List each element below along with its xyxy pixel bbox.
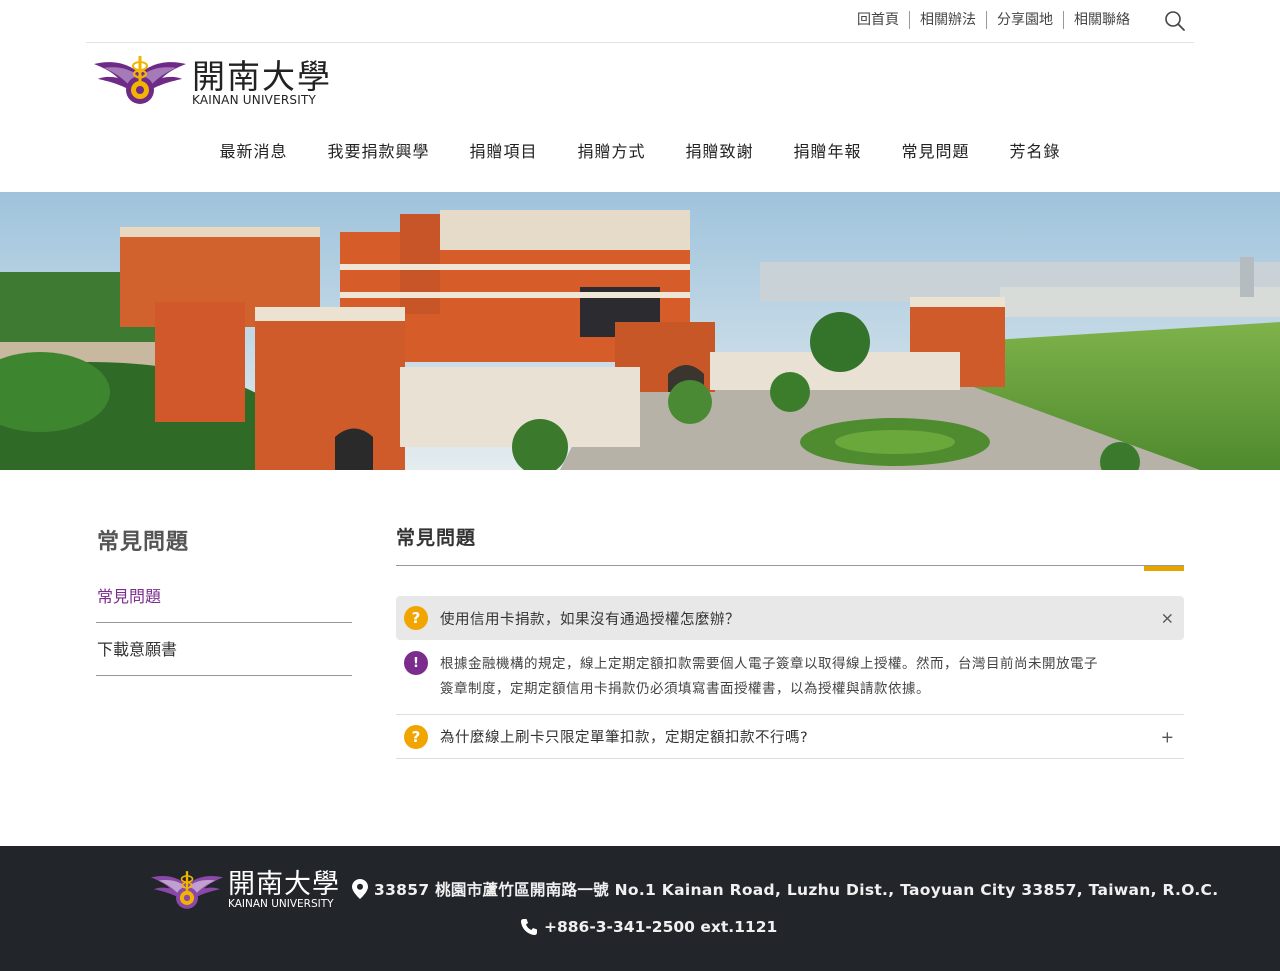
top-link-regulations[interactable]: 相關辦法 <box>909 11 986 29</box>
footer-phone: +886-3-341-2500 ext.1121 <box>520 918 777 936</box>
nav-donor-list[interactable]: 芳名錄 <box>1010 138 1061 162</box>
faq-answer-line-1: 根據金融機構的規定，線上定期定額扣款需要個人電子簽章以取得線上授權。然而，台灣目… <box>440 656 1098 672</box>
sidebar-item-download-form[interactable]: 下載意願書 <box>96 623 352 676</box>
logo-chinese-name: 開南大學 <box>192 57 332 96</box>
university-emblem <box>150 871 224 909</box>
exclamation-icon: ! <box>404 651 428 675</box>
sidebar-menu: 常見問題 下載意願書 <box>96 570 352 676</box>
sidebar-item-faq[interactable]: 常見問題 <box>96 570 352 623</box>
faq-question-text: 使用信用卡捐款，如果沒有通過授權怎麼辦？ <box>440 611 740 628</box>
phone-icon <box>521 919 537 935</box>
nav-news[interactable]: 最新消息 <box>219 138 287 162</box>
top-links: 回首頁 相關辦法 分享園地 相關聯絡 <box>847 11 1140 29</box>
question-mark-icon: ? <box>404 606 428 630</box>
footer-phone-text[interactable]: +886-3-341-2500 ext.1121 <box>544 918 777 936</box>
faq-answer-1: ! 根據金融機構的規定，線上定期定額扣款需要個人電子簽章以取得線上授權。然而，台… <box>396 640 1184 715</box>
site-footer: 開南大學 KAINAN UNIVERSITY 33857 桃園市蘆竹區開南路一號… <box>0 846 1280 971</box>
footer-address: 33857 桃園市蘆竹區開南路一號 No.1 Kainan Road, Luzh… <box>352 878 1218 900</box>
page-title: 常見問題 <box>396 527 477 549</box>
nav-annual-report[interactable]: 捐贈年報 <box>794 138 862 162</box>
faq-answer-line-2: 簽章制度，定期定額信用卡捐款仍必須填寫書面授權書，以為授權與請款依據。 <box>440 681 930 697</box>
footer-logo-chinese-name: 開南大學 <box>228 869 340 900</box>
location-pin-icon <box>352 879 368 899</box>
faq-question-1[interactable]: ? 使用信用卡捐款，如果沒有通過授權怎麼辦？ × <box>396 596 1184 640</box>
plus-icon[interactable]: + <box>1161 727 1174 746</box>
top-link-home[interactable]: 回首頁 <box>847 11 909 29</box>
faq-question-2[interactable]: ? 為什麼線上刷卡只限定單筆扣款，定期定額扣款不行嗎? + <box>396 715 1184 759</box>
search-icon[interactable] <box>1164 10 1186 32</box>
university-emblem <box>94 56 186 104</box>
footer-logo-english-name: KAINAN UNIVERSITY <box>228 898 334 910</box>
nav-donate[interactable]: 我要捐款興學 <box>327 138 429 162</box>
question-mark-icon: ? <box>404 724 428 749</box>
faq-accordion: ? 使用信用卡捐款，如果沒有通過授權怎麼辦？ × ! 根據金融機構的規定，線上定… <box>396 596 1184 759</box>
top-link-contact[interactable]: 相關聯絡 <box>1063 11 1140 29</box>
footer-logo[interactable]: 開南大學 KAINAN UNIVERSITY <box>150 866 340 912</box>
close-icon[interactable]: × <box>1161 609 1174 628</box>
site-logo[interactable]: 開南大學 KAINAN UNIVERSITY <box>94 52 334 110</box>
nav-donation-methods[interactable]: 捐贈方式 <box>577 138 645 162</box>
main-nav: 最新消息 我要捐款興學 捐贈項目 捐贈方式 捐贈致謝 捐贈年報 常見問題 芳名錄 <box>0 138 1280 162</box>
sidebar-title: 常見問題 <box>97 530 190 555</box>
top-utility-bar: 回首頁 相關辦法 分享園地 相關聯絡 <box>86 0 1194 43</box>
nav-donation-items[interactable]: 捐贈項目 <box>469 138 537 162</box>
nav-faq[interactable]: 常見問題 <box>902 138 970 162</box>
top-link-sharing[interactable]: 分享園地 <box>986 11 1063 29</box>
footer-address-text: 33857 桃園市蘆竹區開南路一號 No.1 Kainan Road, Luzh… <box>374 881 1219 899</box>
logo-english-name: KAINAN UNIVERSITY <box>192 93 317 107</box>
nav-acknowledgements[interactable]: 捐贈致謝 <box>686 138 754 162</box>
campus-banner-image <box>0 192 1280 470</box>
title-divider <box>396 565 1184 566</box>
faq-question-text: 為什麼線上刷卡只限定單筆扣款，定期定額扣款不行嗎? <box>440 730 809 746</box>
title-accent-bar <box>1144 566 1184 571</box>
